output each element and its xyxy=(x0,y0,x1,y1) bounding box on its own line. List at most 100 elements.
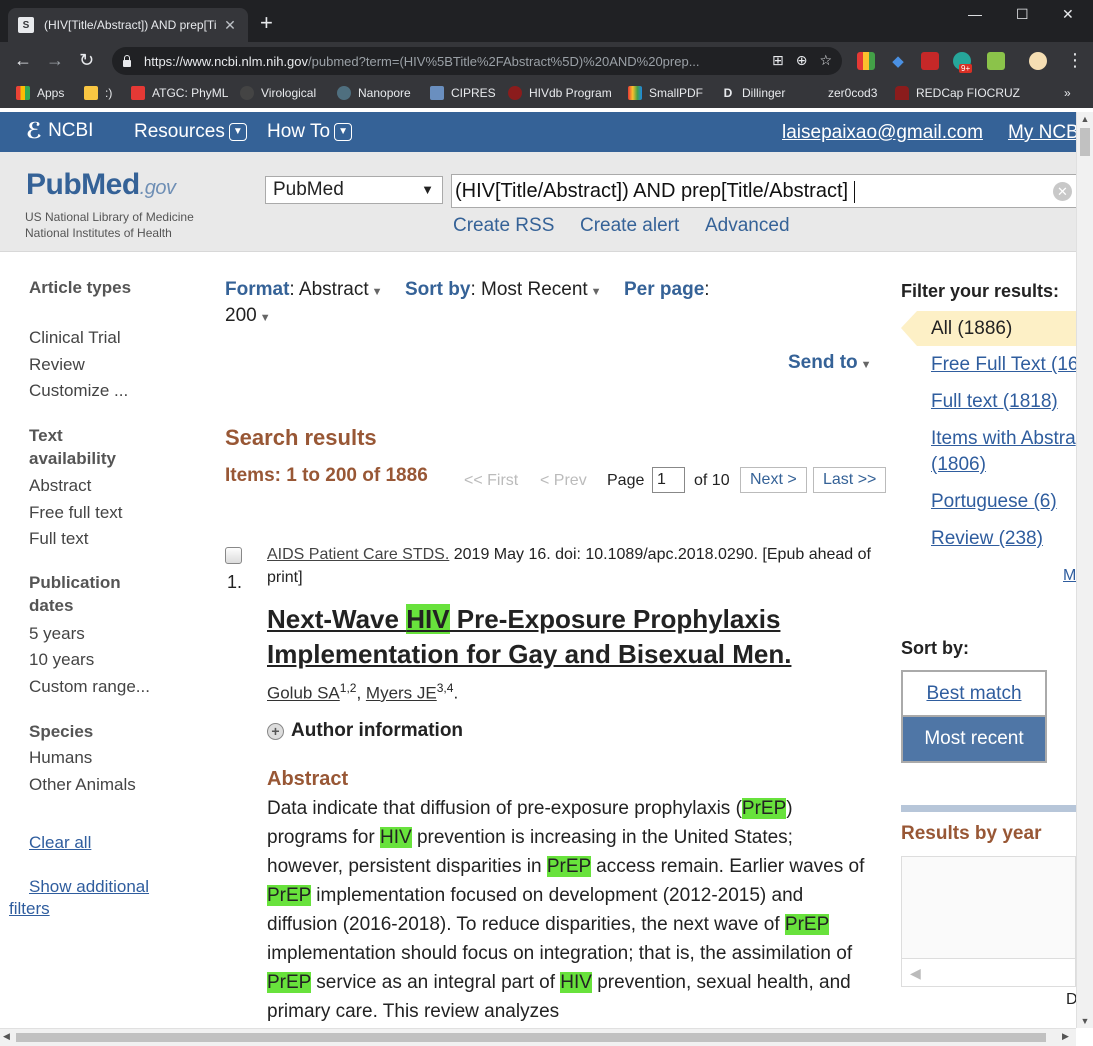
user-email-link[interactable]: laisepaixao@gmail.com xyxy=(782,122,983,144)
show-additional-filters-link-2[interactable]: filters xyxy=(9,899,50,919)
clear-all-link[interactable]: Clear all xyxy=(29,833,91,853)
last-page-button[interactable]: Last >> xyxy=(813,467,887,493)
filter-other-animals[interactable]: Other Animals xyxy=(29,775,136,795)
howto-menu[interactable]: How To ▼ xyxy=(267,121,353,143)
scroll-up-arrow-icon[interactable]: ▲ xyxy=(1077,112,1093,126)
new-tab-button[interactable]: + xyxy=(260,12,273,34)
filter-full-text-right[interactable]: Full text (1818) xyxy=(931,391,1058,413)
lock-icon xyxy=(122,55,132,67)
advanced-search-link[interactable]: Advanced xyxy=(705,215,790,237)
filter-all[interactable]: All (1886) xyxy=(901,311,1076,346)
filter-items-with-abstract[interactable]: Items with Abstra xyxy=(931,428,1076,450)
bookmarks-overflow[interactable]: » xyxy=(1064,86,1071,100)
bookmark-nanopore[interactable]: Nanopore xyxy=(337,86,411,100)
browser-tab[interactable]: S (HIV[Title/Abstract]) AND prep[Ti ✕ xyxy=(8,8,248,42)
results-by-year-chart[interactable]: ◀ xyxy=(901,856,1076,987)
format-control[interactable]: Format: Abstract ▼ xyxy=(225,279,383,301)
ncbi-logo[interactable]: ℰ NCBI xyxy=(26,118,93,144)
author-link[interactable]: Golub SA xyxy=(267,684,340,703)
filter-review[interactable]: Review xyxy=(29,355,85,375)
create-rss-link[interactable]: Create RSS xyxy=(453,215,554,237)
filter-5-years[interactable]: 5 years xyxy=(29,624,85,644)
reload-icon[interactable]: ↻ xyxy=(79,50,94,70)
bookmark-redcap[interactable]: REDCap FIOCRUZ xyxy=(895,86,1020,100)
bookmark-dillinger[interactable]: D Dillinger xyxy=(721,86,785,100)
expand-plus-icon: + xyxy=(267,722,284,740)
scroll-down-arrow-icon[interactable]: ▼ xyxy=(1077,1014,1093,1028)
result-checkbox[interactable] xyxy=(225,547,242,564)
zoom-icon[interactable]: ⊕ xyxy=(796,52,808,69)
database-select[interactable]: PubMed ▼ xyxy=(265,176,443,204)
extension-puzzle-icon[interactable] xyxy=(987,52,1005,70)
bookmark-phyml[interactable]: ATGC: PhyML xyxy=(131,86,228,100)
filter-custom-range[interactable]: Custom range... xyxy=(29,677,150,697)
filter-10-years[interactable]: 10 years xyxy=(29,650,94,670)
mendeley-icon[interactable] xyxy=(921,52,939,70)
manage-filters-link[interactable]: M xyxy=(1063,567,1076,585)
filter-items-with-abstract-count[interactable]: (1806) xyxy=(931,454,986,476)
send-to-button[interactable]: Send to ▼ xyxy=(788,352,872,374)
author-link[interactable]: Myers JE xyxy=(366,684,437,703)
scroll-left-arrow-icon[interactable]: ◀ xyxy=(910,965,921,982)
scroll-left-arrow-icon[interactable]: ◀ xyxy=(3,1031,10,1042)
bookmark-virological[interactable]: Virological xyxy=(240,86,316,100)
filter-clinical-trial[interactable]: Clinical Trial xyxy=(29,328,121,348)
extension-palette-icon[interactable] xyxy=(857,52,875,70)
journal-link[interactable]: AIDS Patient Care STDS. xyxy=(267,546,449,563)
filter-free-full-text-right[interactable]: Free Full Text (16 xyxy=(931,354,1078,376)
translate-icon[interactable]: ⊞ xyxy=(772,52,784,69)
next-page-button[interactable]: Next > xyxy=(740,467,807,493)
scroll-right-arrow-icon[interactable]: ▶ xyxy=(1062,1031,1069,1042)
chrome-menu-icon[interactable]: ⋮ xyxy=(1066,50,1084,70)
filter-free-full-text[interactable]: Free full text xyxy=(29,503,123,523)
page-number-input[interactable]: 1 xyxy=(652,467,685,493)
chart-scroller[interactable]: ◀ xyxy=(902,958,1075,986)
horizontal-scroll-thumb[interactable] xyxy=(16,1033,1046,1042)
sort-by-control[interactable]: Sort by: Most Recent ▼ xyxy=(405,279,602,301)
article-title-link[interactable]: Next-Wave HIV Pre-Exposure Prophylaxis I… xyxy=(267,602,867,672)
bookmark-cipres[interactable]: CIPRES xyxy=(430,86,496,100)
first-page-link[interactable]: << First xyxy=(464,472,518,490)
create-alert-link[interactable]: Create alert xyxy=(580,215,679,237)
per-page-control[interactable]: 200 ▼ xyxy=(225,305,271,327)
filter-review-right[interactable]: Review (238) xyxy=(931,528,1043,550)
scroll-thumb[interactable] xyxy=(1080,128,1090,156)
clear-search-icon[interactable]: ✕ xyxy=(1053,182,1072,201)
abstract-segment: Data indicate that diffusion of pre-expo… xyxy=(267,798,742,819)
pubmed-logo[interactable]: PubMed.gov xyxy=(26,168,176,202)
best-match-button[interactable]: Best match xyxy=(901,670,1047,717)
minimize-icon[interactable]: — xyxy=(968,6,982,22)
vertical-scrollbar[interactable]: ▲ ▼ xyxy=(1076,112,1093,1028)
back-arrow-icon[interactable]: ← xyxy=(14,50,32,70)
per-page-label[interactable]: Per page: xyxy=(624,279,710,301)
bookmark-star-icon[interactable]: ☆ xyxy=(819,52,832,69)
close-tab-icon[interactable]: ✕ xyxy=(222,17,238,34)
forward-arrow-icon[interactable]: → xyxy=(46,50,64,70)
horizontal-scrollbar[interactable]: ◀ ▶ xyxy=(0,1028,1076,1046)
dropbox-icon[interactable]: ◆ xyxy=(889,52,907,70)
bookmark-smallpdf[interactable]: SmallPDF xyxy=(628,86,703,100)
my-ncbi-link[interactable]: My NCBI xyxy=(1008,122,1084,144)
bookmark-hivdb[interactable]: HIVdb Program xyxy=(508,86,612,100)
bookmark-apps[interactable]: Apps xyxy=(16,86,64,100)
most-recent-button[interactable]: Most recent xyxy=(901,717,1047,763)
profile-avatar[interactable] xyxy=(1029,52,1047,70)
text-availability-heading: Text availability xyxy=(29,426,116,468)
customize-article-types[interactable]: Customize ... xyxy=(29,381,128,401)
filter-humans[interactable]: Humans xyxy=(29,748,92,768)
filter-abstract[interactable]: Abstract xyxy=(29,476,91,496)
apps-grid-icon xyxy=(16,86,30,100)
maximize-icon[interactable]: ☐ xyxy=(1016,6,1029,23)
address-bar[interactable]: https://www.ncbi.nlm.nih.gov/pubmed?term… xyxy=(112,47,842,75)
total-pages: of 10 xyxy=(694,472,730,489)
author-information-toggle[interactable]: + Author information xyxy=(267,720,463,742)
search-input[interactable]: (HIV[Title/Abstract]) AND prep[Title/Abs… xyxy=(451,174,1076,208)
bookmark-smile[interactable]: :) xyxy=(84,86,112,100)
filter-portuguese[interactable]: Portuguese (6) xyxy=(931,491,1057,513)
show-additional-filters-link[interactable]: Show additional xyxy=(29,877,149,897)
close-window-icon[interactable]: ✕ xyxy=(1062,6,1074,23)
bookmark-zer0cod3[interactable]: zer0cod3 xyxy=(807,86,877,100)
resources-menu[interactable]: Resources ▼ xyxy=(134,121,247,143)
filter-full-text[interactable]: Full text xyxy=(29,529,89,549)
prev-page-link[interactable]: < Prev xyxy=(540,472,587,490)
